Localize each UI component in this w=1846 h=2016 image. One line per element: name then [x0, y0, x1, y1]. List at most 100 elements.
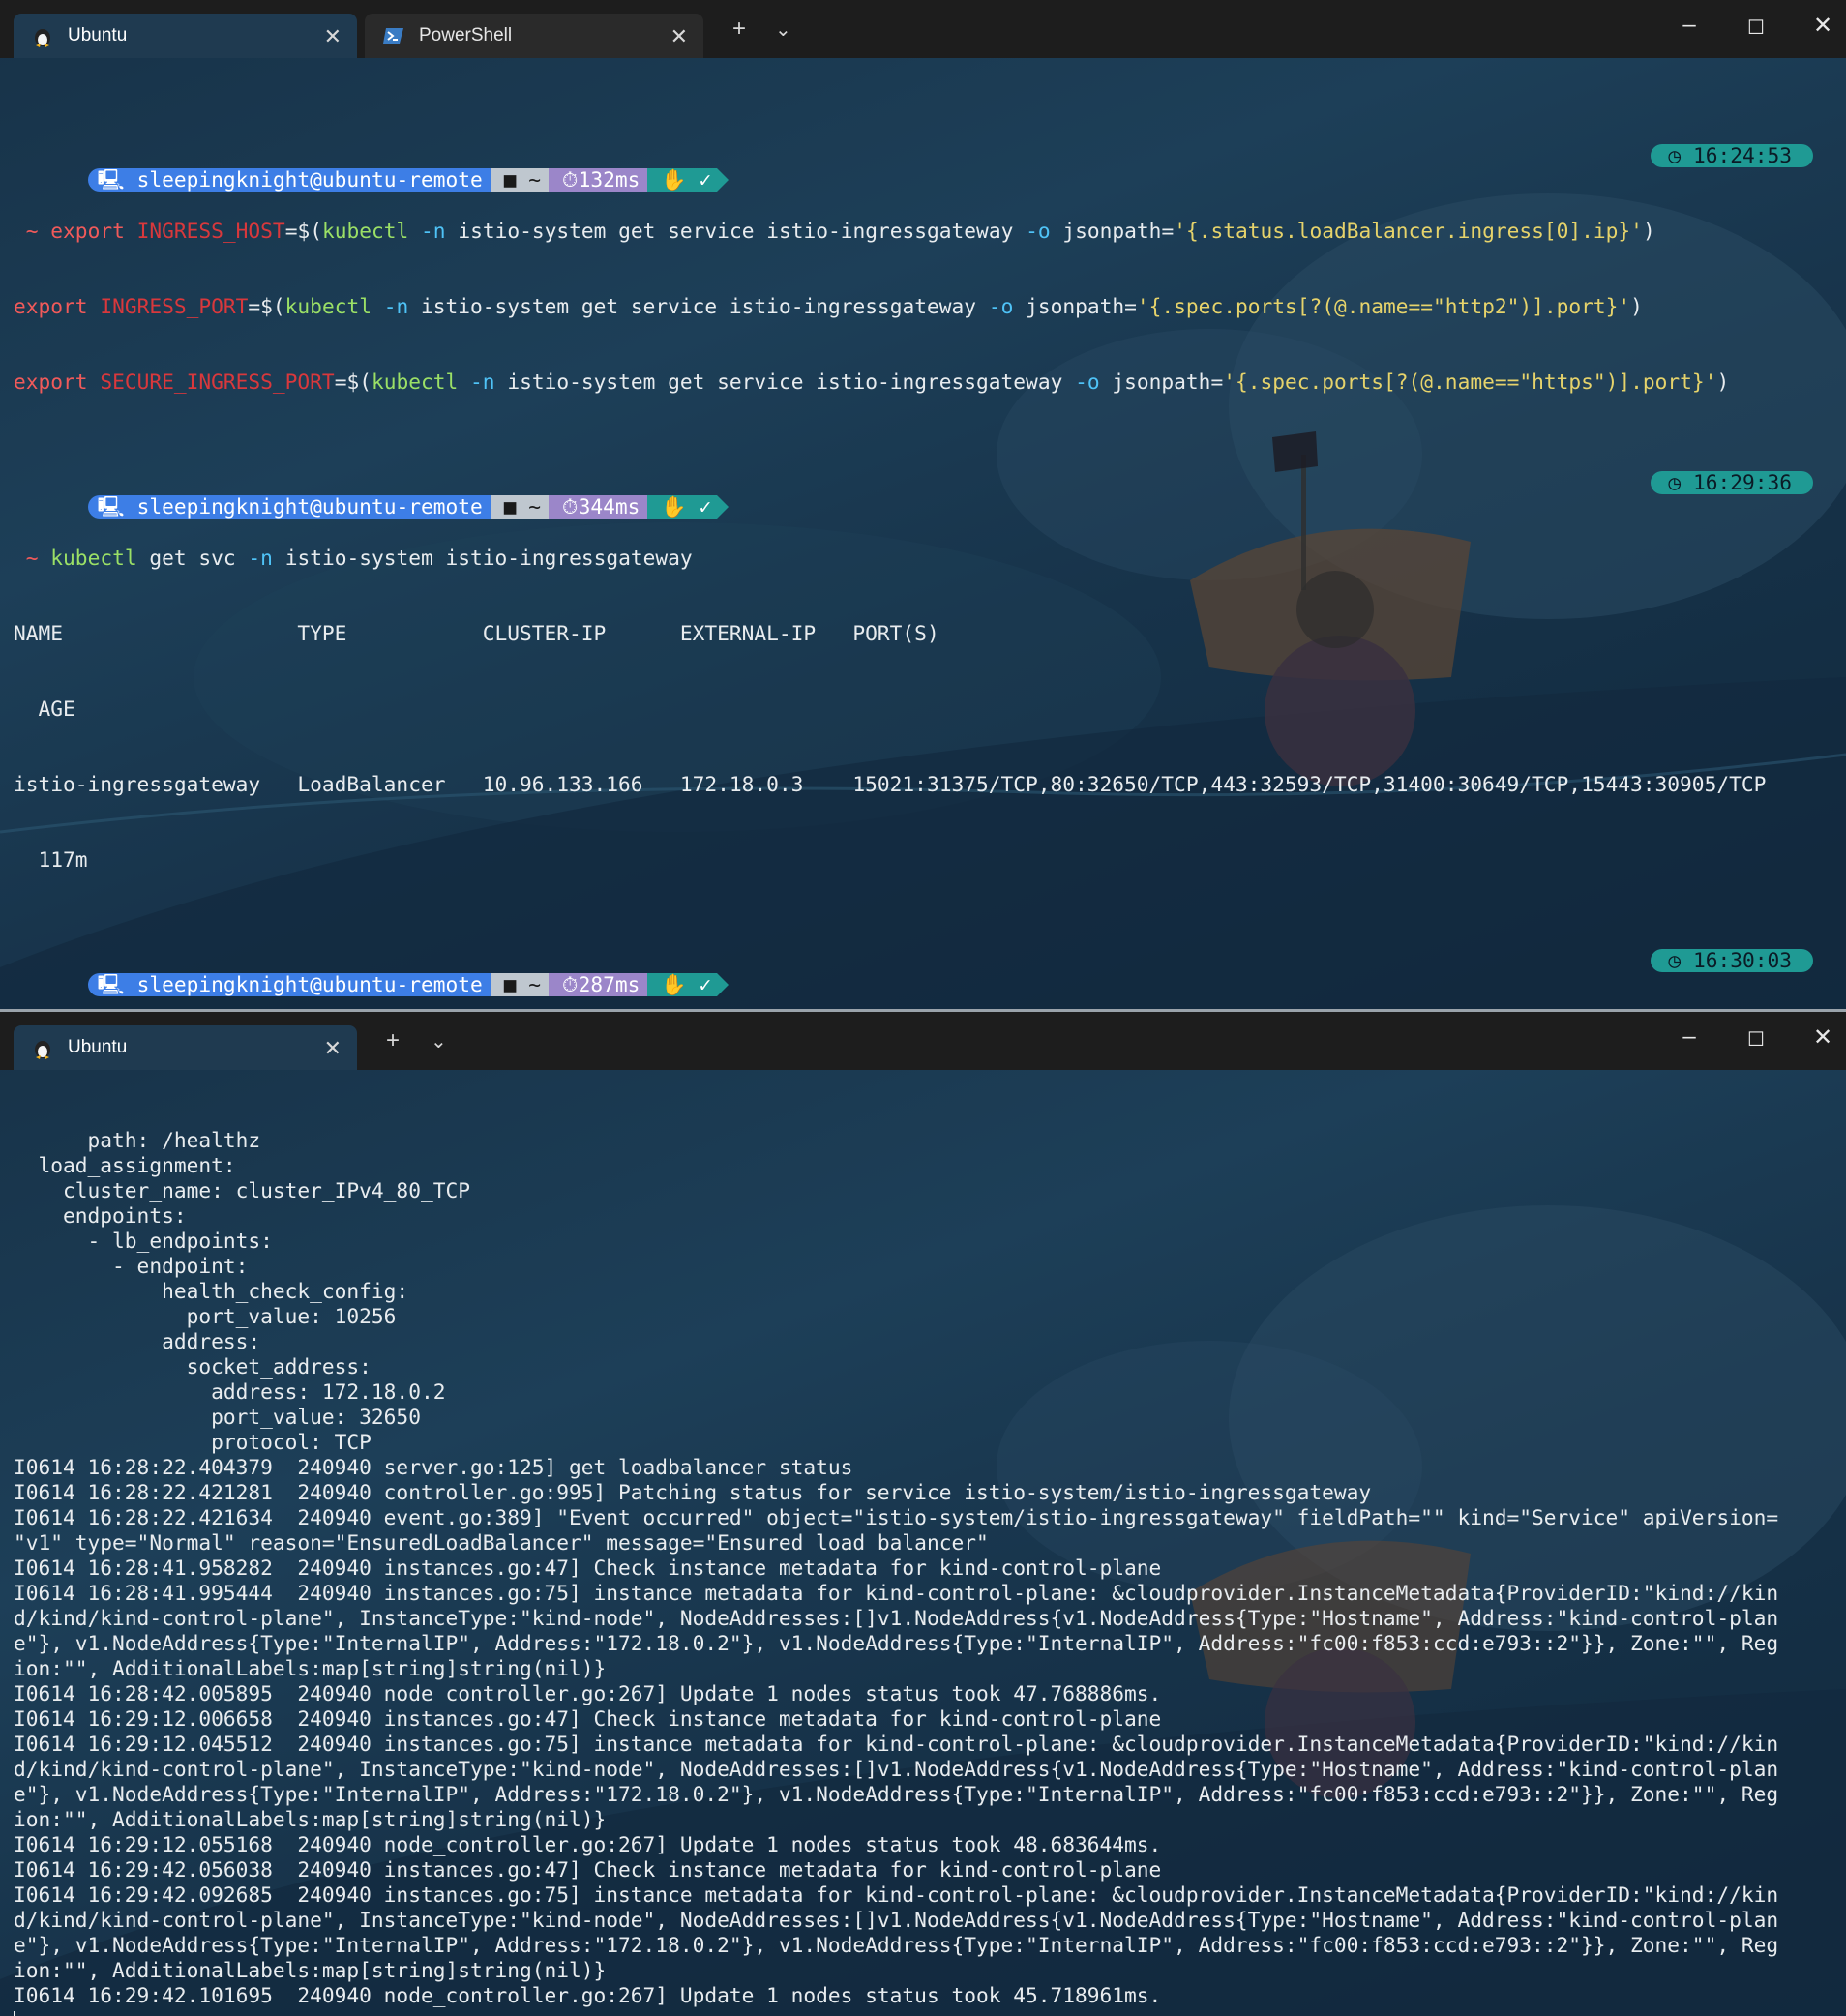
svc-table-row-wrap: 117m — [14, 847, 88, 872]
tilde-prompt: ~ — [25, 546, 39, 570]
folder-icon: ■ — [503, 494, 529, 519]
prompt-duration-segment: ⏱344ms — [549, 494, 648, 519]
linux-penguin-icon — [31, 1036, 54, 1059]
command-line: export SECURE_INGRESS_PORT=$(kubectl -n … — [14, 370, 1730, 394]
close-window-icon[interactable]: ✕ — [1803, 12, 1842, 40]
tab-label: Ubuntu — [68, 25, 128, 45]
maximize-icon[interactable]: ☐ — [1737, 1027, 1775, 1052]
log-line: e"}, v1.NodeAddress{Type:"InternalIP", A… — [14, 1933, 1779, 1957]
prompt-user-segment: 🖳 sleepingknight@ubuntu-remote — [87, 168, 491, 192]
tab-ubuntu[interactable]: Ubuntu ✕ — [14, 14, 357, 58]
log-line: d/kind/kind-control-plane", InstanceType… — [14, 1757, 1779, 1781]
prompt-duration-segment: ⏱132ms — [549, 167, 648, 192]
prompt-status-segment: ✋ ✓ — [647, 494, 718, 519]
log-line: protocol: TCP — [14, 1430, 372, 1454]
log-line: load_assignment: — [14, 1153, 236, 1177]
tab-dropdown-chevron-icon[interactable]: ⌄ — [431, 1029, 447, 1053]
tab-powershell[interactable]: PowerShell ✕ — [365, 14, 703, 58]
clock-icon: ◷ — [1668, 948, 1693, 972]
log-line: endpoints: — [14, 1203, 187, 1228]
terminal-output-top[interactable]: 🖳 sleepingknight@ubuntu-remote ■ ~ ⏱132ms ✋… — [0, 58, 1846, 1009]
tab-ubuntu[interactable]: Ubuntu ✕ — [14, 1025, 357, 1070]
prompt-line: 🖳 sleepingknight@ubuntu-remote ■ ~ ⏱344ms ✋… — [14, 470, 1846, 519]
command-line: export INGRESS_PORT=$(kubectl -n istio-s… — [14, 294, 1643, 318]
text-cursor — [14, 2011, 15, 2016]
hand-icon: ✋ — [661, 972, 687, 996]
log-line: socket_address: — [14, 1354, 372, 1379]
log-line: I0614 16:28:41.995444 240940 instances.g… — [14, 1581, 1779, 1605]
prompt-line: 🖳 sleepingknight@ubuntu-remote ■ ~ ⏱132ms ✋… — [14, 143, 1846, 192]
clock-icon: ◷ — [1668, 470, 1693, 494]
log-line: I0614 16:29:12.055168 240940 node_contro… — [14, 1832, 1162, 1856]
close-tab-icon[interactable]: ✕ — [324, 1036, 342, 1061]
svc-table-header: NAME TYPE CLUSTER-IP EXTERNAL-IP PORT(S) — [14, 621, 939, 645]
log-line: I0614 16:28:41.958282 240940 instances.g… — [14, 1556, 1162, 1580]
log-line: I0614 16:28:22.404379 240940 server.go:1… — [14, 1455, 853, 1479]
stopwatch-icon: ⏱ — [562, 972, 579, 996]
tab-label: Ubuntu — [68, 1037, 128, 1057]
input-line[interactable] — [14, 2008, 1846, 2016]
prompt-user-segment: 🖳 sleepingknight@ubuntu-remote — [87, 495, 491, 519]
command-line: ~ export INGRESS_HOST=$(kubectl -n istio… — [25, 219, 1655, 243]
tilde-prompt: ~ — [25, 219, 39, 243]
log-line: - endpoint: — [14, 1254, 249, 1278]
monitor-icon: 🖳 — [97, 972, 137, 996]
hand-icon: ✋ — [661, 494, 687, 519]
minimize-icon[interactable]: – — [1670, 1023, 1709, 1051]
terminal-output-bottom[interactable]: path: /healthz load_assignment: cluster_… — [0, 1070, 1846, 2016]
folder-icon: ■ — [503, 167, 529, 192]
close-window-icon[interactable]: ✕ — [1803, 1023, 1842, 1052]
maximize-icon[interactable]: ☐ — [1737, 15, 1775, 40]
stopwatch-icon: ⏱ — [562, 167, 579, 192]
svc-table-row: istio-ingressgateway LoadBalancer 10.96.… — [14, 772, 1767, 796]
log-line: I0614 16:29:42.092685 240940 instances.g… — [14, 1883, 1779, 1907]
clock-icon: ◷ — [1668, 143, 1693, 167]
log-line: I0614 16:29:12.045512 240940 instances.g… — [14, 1732, 1779, 1756]
prompt-user-segment: 🖳 sleepingknight@ubuntu-remote — [87, 972, 491, 996]
prompt-clock: ◷ 16:29:36 — [1651, 471, 1813, 494]
prompt-duration-segment: ⏱287ms — [549, 972, 648, 996]
command-line: ~ kubectl get svc -n istio-system istio-… — [25, 546, 693, 570]
log-line: ion:"", AdditionalLabels:map[string]stri… — [14, 1656, 607, 1680]
terminal-window-bottom: Ubuntu ✕ + ⌄ – ☐ ✕ path: /healthz load_a… — [0, 1009, 1846, 2016]
new-tab-button[interactable]: + — [732, 15, 746, 43]
log-line: cluster_name: cluster_IPv4_80_TCP — [14, 1178, 470, 1202]
log-line: e"}, v1.NodeAddress{Type:"InternalIP", A… — [14, 1782, 1779, 1806]
close-tab-icon[interactable]: ✕ — [670, 24, 688, 49]
minimize-icon[interactable]: – — [1670, 12, 1709, 39]
prompt-path-segment: ■ ~ — [490, 972, 550, 996]
log-line: I0614 16:28:22.421281 240940 controller.… — [14, 1480, 1372, 1504]
log-line: path: /healthz — [14, 1128, 261, 1152]
title-bar: Ubuntu ✕ + ⌄ – ☐ ✕ — [0, 1012, 1846, 1070]
log-line: I0614 16:29:12.006658 240940 instances.g… — [14, 1706, 1162, 1731]
new-tab-button[interactable]: + — [386, 1027, 400, 1054]
tab-dropdown-chevron-icon[interactable]: ⌄ — [775, 17, 791, 42]
tab-label: PowerShell — [419, 25, 513, 45]
log-line: address: 172.18.0.2 — [14, 1379, 446, 1404]
folder-icon: ■ — [503, 972, 529, 996]
check-icon: ✓ — [699, 972, 712, 996]
log-line: ion:"", AdditionalLabels:map[string]stri… — [14, 1807, 607, 1831]
stopwatch-icon: ⏱ — [562, 494, 579, 519]
log-line: address: — [14, 1329, 261, 1353]
log-line: port_value: 32650 — [14, 1405, 421, 1429]
prompt-status-segment: ✋ ✓ — [647, 972, 718, 996]
check-icon: ✓ — [699, 494, 712, 519]
log-line: - lb_endpoints: — [14, 1229, 273, 1253]
prompt-clock: ◷ 16:30:03 — [1651, 949, 1813, 972]
check-icon: ✓ — [699, 167, 712, 192]
prompt-clock: ◷ 16:24:53 — [1651, 144, 1813, 167]
close-tab-icon[interactable]: ✕ — [324, 24, 342, 49]
log-line: I0614 16:28:42.005895 240940 node_contro… — [14, 1681, 1162, 1705]
prompt-path-segment: ■ ~ — [490, 494, 550, 519]
prompt-status-segment: ✋ ✓ — [647, 167, 718, 192]
log-line: I0614 16:29:42.101695 240940 node_contro… — [14, 1983, 1162, 2007]
log-line: d/kind/kind-control-plane", InstanceType… — [14, 1908, 1779, 1932]
log-line: port_value: 10256 — [14, 1304, 397, 1328]
log-line: d/kind/kind-control-plane", InstanceType… — [14, 1606, 1779, 1630]
log-line: I0614 16:29:42.056038 240940 instances.g… — [14, 1857, 1162, 1882]
title-bar: Ubuntu ✕ PowerShell ✕ + ⌄ – ☐ ✕ — [0, 0, 1846, 58]
svc-table-header-wrap: AGE — [14, 697, 75, 721]
log-line: e"}, v1.NodeAddress{Type:"InternalIP", A… — [14, 1631, 1779, 1655]
prompt-line: 🖳 sleepingknight@ubuntu-remote ■ ~ ⏱287ms ✋… — [14, 948, 1846, 996]
